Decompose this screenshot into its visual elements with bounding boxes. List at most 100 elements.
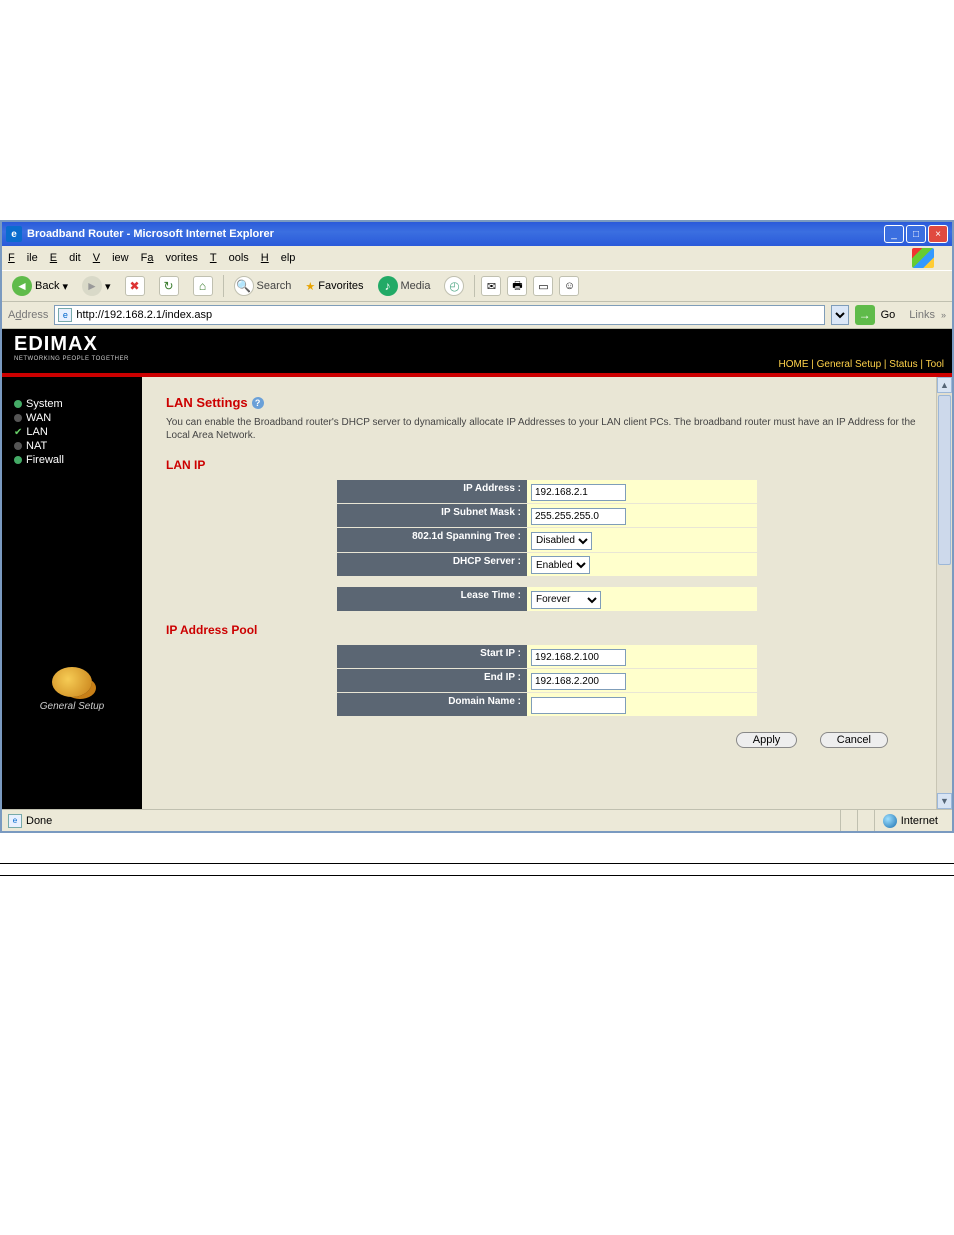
- scroll-up-icon[interactable]: ▲: [937, 377, 952, 393]
- hr-line: [0, 863, 954, 867]
- brand-logo: EDIMAX NETWORKING PEOPLE TOGETHER: [2, 329, 952, 362]
- menu-view[interactable]: View: [93, 252, 129, 264]
- sidebar-footer: General Setup: [2, 667, 142, 712]
- minimize-button[interactable]: _: [884, 225, 904, 243]
- page-description: You can enable the Broadband router's DH…: [166, 416, 928, 442]
- top-nav: HOME | General Setup | Status | Tool: [778, 359, 944, 370]
- toolbar-separator: [223, 275, 224, 297]
- refresh-button[interactable]: ↻: [155, 274, 183, 298]
- ie-icon: e: [6, 226, 22, 242]
- history-icon: ◴: [444, 276, 464, 296]
- favorites-button[interactable]: ★Favorites: [301, 278, 367, 295]
- row-subnet: IP Subnet Mask :: [337, 504, 757, 527]
- mail-button[interactable]: ✉: [481, 276, 501, 296]
- sidebar-item-firewall[interactable]: Firewall: [2, 453, 142, 467]
- address-dropdown[interactable]: [831, 305, 849, 325]
- row-ip-address: IP Address :: [337, 480, 757, 503]
- home-icon: ⌂: [193, 276, 213, 296]
- sidebar-item-wan[interactable]: WAN: [2, 411, 142, 425]
- discuss-button[interactable]: ☺: [559, 276, 579, 296]
- forward-button[interactable]: ► ▾: [78, 274, 115, 298]
- apply-button[interactable]: Apply: [736, 732, 798, 748]
- windows-logo-icon: [912, 248, 934, 268]
- page-content: EDIMAX NETWORKING PEOPLE TOGETHER HOME |…: [2, 329, 952, 809]
- router-header: EDIMAX NETWORKING PEOPLE TOGETHER HOME |…: [2, 329, 952, 377]
- menu-tools[interactable]: Tools: [210, 252, 249, 264]
- lease-select[interactable]: Forever: [531, 591, 601, 609]
- toolbar-separator: [474, 275, 475, 297]
- help-icon[interactable]: ?: [252, 397, 264, 409]
- dhcp-select[interactable]: Enabled: [531, 556, 590, 574]
- gear-icon: [52, 667, 92, 697]
- history-button[interactable]: ◴: [440, 274, 468, 298]
- sidebar-item-lan[interactable]: LAN: [2, 425, 142, 439]
- links-label: Links: [909, 309, 935, 321]
- home-button[interactable]: ⌂: [189, 274, 217, 298]
- page-title: LAN Settings ?: [166, 395, 928, 410]
- nav-tool[interactable]: Tool: [926, 359, 944, 370]
- star-icon: ★: [305, 280, 315, 293]
- toolbar: ◄Back ▾ ► ▾ ✖ ↻ ⌂ 🔍Search ★Favorites ♪Me…: [2, 270, 952, 302]
- start-ip-input[interactable]: [531, 649, 626, 666]
- window-title: Broadband Router - Microsoft Internet Ex…: [27, 228, 884, 240]
- go-button[interactable]: →: [855, 305, 875, 325]
- ip-address-input[interactable]: [531, 484, 626, 501]
- media-button[interactable]: ♪Media: [374, 274, 435, 298]
- back-button[interactable]: ◄Back ▾: [8, 274, 72, 298]
- nav-general[interactable]: General Setup: [817, 359, 882, 370]
- address-text: http://192.168.2.1/index.asp: [76, 309, 212, 321]
- page-icon: e: [58, 308, 72, 322]
- sidebar-item-system[interactable]: System: [2, 397, 142, 411]
- close-button[interactable]: ×: [928, 225, 948, 243]
- browser-window: e Broadband Router - Microsoft Internet …: [0, 220, 954, 833]
- lan-ip-table: IP Address : IP Subnet Mask : 802.1d Spa…: [337, 480, 757, 611]
- section-lan-ip: LAN IP: [166, 458, 928, 472]
- menu-file[interactable]: File: [8, 252, 38, 264]
- bullet-icon: [14, 400, 22, 408]
- nav-status[interactable]: Status: [889, 359, 917, 370]
- row-domain: Domain Name :: [337, 693, 757, 716]
- done-icon: e: [8, 814, 22, 828]
- sidebar-item-nat[interactable]: NAT: [2, 439, 142, 453]
- hr-line: [0, 875, 954, 879]
- section-ip-pool: IP Address Pool: [166, 623, 928, 637]
- bullet-icon: [14, 414, 22, 422]
- scroll-thumb[interactable]: [938, 395, 951, 565]
- spanning-select[interactable]: Disabled: [531, 532, 592, 550]
- subnet-input[interactable]: [531, 508, 626, 525]
- refresh-icon: ↻: [159, 276, 179, 296]
- media-icon: ♪: [378, 276, 398, 296]
- edit-button[interactable]: ▭: [533, 276, 553, 296]
- sidebar: System WAN LAN NAT Firewall General Setu…: [2, 329, 142, 809]
- address-label: Address: [8, 309, 48, 321]
- go-label: Go: [881, 309, 896, 321]
- status-text: Done: [26, 815, 52, 827]
- menu-favorites[interactable]: Favorites: [141, 252, 198, 264]
- nav-home[interactable]: HOME: [778, 359, 808, 370]
- forward-icon: ►: [82, 276, 102, 296]
- address-input-wrap[interactable]: e http://192.168.2.1/index.asp: [54, 305, 824, 325]
- scroll-down-icon[interactable]: ▼: [937, 793, 952, 809]
- menu-help[interactable]: Help: [261, 252, 296, 264]
- scrollbar[interactable]: ▲ ▼: [936, 377, 952, 809]
- maximize-button[interactable]: □: [906, 225, 926, 243]
- search-button[interactable]: 🔍Search: [230, 274, 296, 298]
- print-button[interactable]: 🖶: [507, 276, 527, 296]
- cancel-button[interactable]: Cancel: [820, 732, 888, 748]
- status-cell: [840, 810, 857, 831]
- end-ip-input[interactable]: [531, 673, 626, 690]
- domain-input[interactable]: [531, 697, 626, 714]
- zone-cell: Internet: [874, 810, 946, 831]
- bullet-icon: [14, 442, 22, 450]
- form-actions: Apply Cancel: [166, 730, 888, 748]
- stop-icon: ✖: [125, 276, 145, 296]
- row-lease: Lease Time : Forever: [337, 587, 757, 611]
- row-end-ip: End IP :: [337, 669, 757, 692]
- menu-edit[interactable]: Edit: [50, 252, 81, 264]
- status-cell: [857, 810, 874, 831]
- statusbar: e Done Internet: [2, 809, 952, 831]
- globe-icon: [883, 814, 897, 828]
- row-dhcp: DHCP Server : Enabled: [337, 553, 757, 577]
- stop-button[interactable]: ✖: [121, 274, 149, 298]
- search-icon: 🔍: [234, 276, 254, 296]
